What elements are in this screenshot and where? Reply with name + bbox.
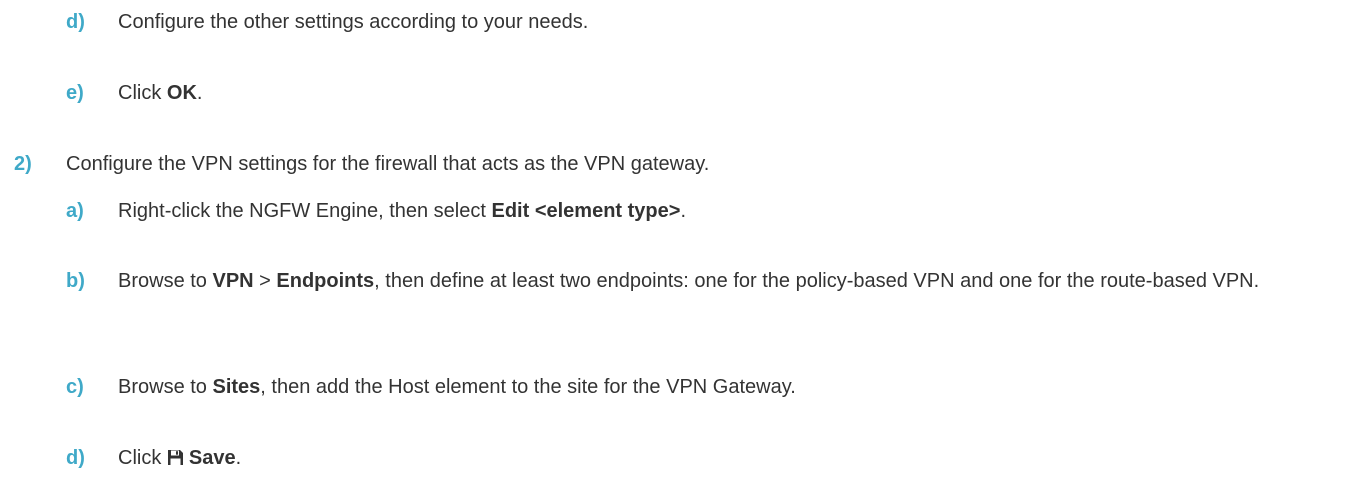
step-1d: d) Configure the other settings accordin… — [66, 7, 588, 38]
step-2a: a) Right-click the NGFW Engine, then sel… — [66, 196, 686, 227]
edit-element-type-label: Edit <element type> — [491, 200, 681, 222]
step-text-pre: Click — [118, 447, 167, 469]
step-number: a) — [66, 200, 84, 222]
step-text-post: , then define at least two endpoints: on… — [374, 270, 1260, 292]
step-2: 2) Configure the VPN settings for the fi… — [14, 149, 709, 180]
step-text-post: . — [196, 82, 203, 104]
procedure-document: d) Configure the other settings accordin… — [0, 0, 1353, 497]
step-number: e) — [66, 82, 84, 104]
sites-label: Sites — [212, 376, 261, 398]
step-number: d) — [66, 447, 85, 469]
step-number: 2) — [14, 153, 32, 175]
step-text: Configure the VPN settings for the firew… — [66, 153, 710, 175]
step-text: Browse to VPN > Endpoints, then define a… — [118, 266, 1298, 297]
step-text-post: . — [235, 447, 242, 469]
save-icon — [167, 445, 184, 465]
step-text-pre: Browse to — [118, 270, 213, 292]
step-text-pre: Right-click the NGFW Engine, then select — [118, 200, 492, 222]
step-text-post: . — [680, 200, 687, 222]
step-text: Configure the other settings according t… — [118, 11, 589, 33]
step-2d: d) Click Save. — [66, 443, 241, 474]
step-text: Right-click the NGFW Engine, then select… — [118, 196, 686, 227]
vpn-label: VPN — [212, 270, 254, 292]
ok-button-label: OK — [166, 82, 197, 104]
step-text-post: , then add the Host element to the site … — [260, 376, 796, 398]
step-2c: c) Browse to Sites, then add the Host el… — [66, 372, 796, 403]
step-text-separator: > — [253, 270, 277, 292]
save-button-label: Save — [188, 447, 236, 469]
step-text-pre: Click — [118, 82, 167, 104]
endpoints-label: Endpoints — [276, 270, 375, 292]
step-text-pre: Browse to — [118, 376, 213, 398]
step-text: Browse to Sites, then add the Host eleme… — [118, 372, 796, 403]
step-1e: e) Click OK. — [66, 78, 202, 109]
step-text: Click OK. — [118, 78, 202, 109]
step-number: d) — [66, 11, 85, 33]
step-number: b) — [66, 270, 85, 292]
step-2b: b) Browse to VPN > Endpoints, then defin… — [66, 266, 1298, 297]
step-text: Click Save. — [118, 443, 241, 474]
step-number: c) — [66, 376, 84, 398]
